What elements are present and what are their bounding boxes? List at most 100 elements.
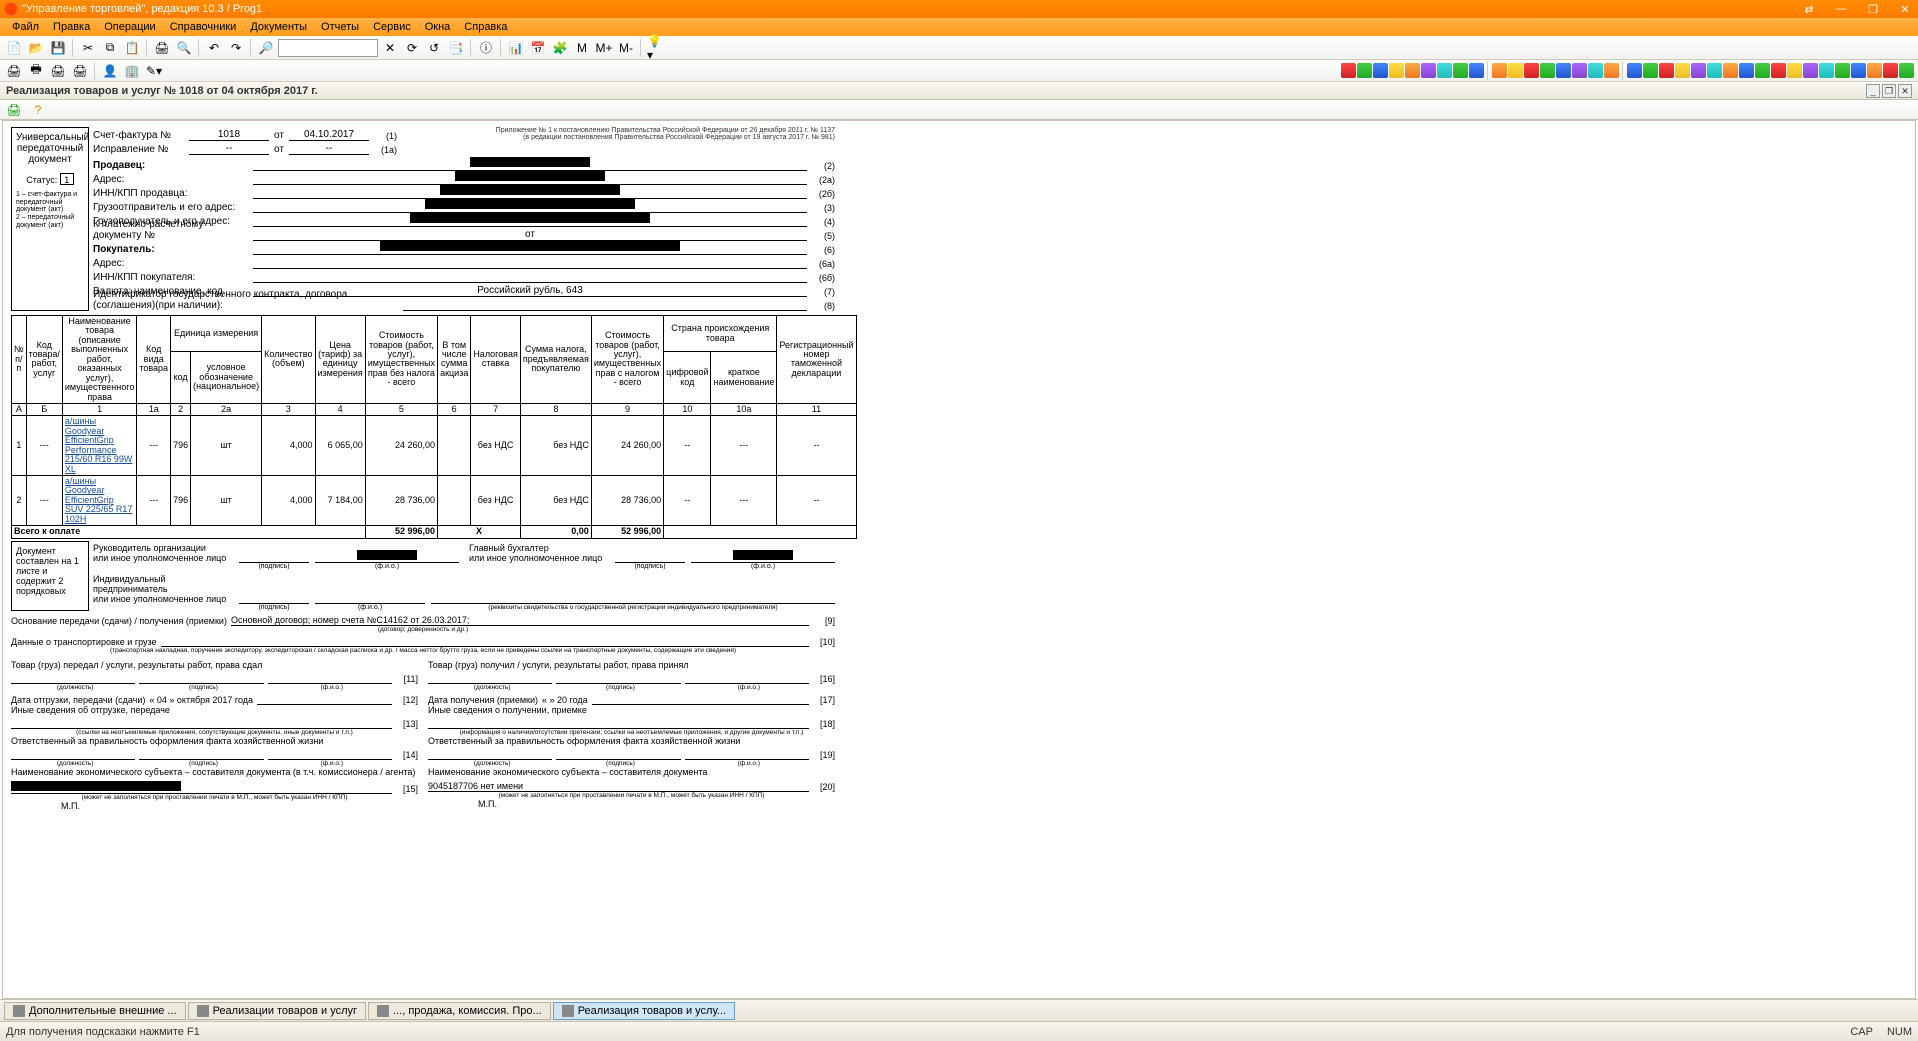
style-icon[interactable]: 💡▾ [646, 38, 666, 58]
ext-icon-32[interactable] [1851, 63, 1866, 78]
ext-icon-10[interactable] [1492, 63, 1507, 78]
search-input[interactable] [278, 39, 378, 57]
col-num: 1а [137, 403, 171, 415]
ext-icon-8[interactable] [1453, 63, 1468, 78]
product-link[interactable]: а/шины Goodyear EfficientGrip Performanc… [65, 416, 133, 473]
print-icon[interactable]: 🖨 [152, 38, 172, 58]
ext-icon-25[interactable] [1739, 63, 1754, 78]
doc-print-icon[interactable]: 🖨 [4, 100, 24, 120]
help-icon[interactable]: ⓘ [476, 38, 496, 58]
doc-restore-icon[interactable]: ❐ [1882, 84, 1896, 98]
ext-icon-26[interactable] [1755, 63, 1770, 78]
document-scroll-area[interactable]: Универсальный передаточный документ Стат… [2, 120, 1916, 999]
ext-icon-34[interactable] [1883, 63, 1898, 78]
ext-icon-6[interactable] [1421, 63, 1436, 78]
window-tab[interactable]: Дополнительные внешние ... [4, 1002, 186, 1020]
open-icon[interactable]: 📂 [26, 38, 46, 58]
calc-icon[interactable]: 📊 [506, 38, 526, 58]
ext-icon-21[interactable] [1675, 63, 1690, 78]
menu-help[interactable]: Справка [458, 21, 513, 33]
menu-file[interactable]: Файл [6, 21, 45, 33]
doc-close-icon[interactable]: ✕ [1898, 84, 1912, 98]
tab-label: Реализации товаров и услуг [213, 1005, 357, 1017]
ext-icon-4[interactable] [1389, 63, 1404, 78]
menu-edit[interactable]: Правка [47, 21, 96, 33]
save-icon[interactable]: 💾 [48, 38, 68, 58]
ext-icon-27[interactable] [1771, 63, 1786, 78]
ext-icon-7[interactable] [1437, 63, 1452, 78]
th-sum-notax: Стоимость товаров (работ, услуг), имущес… [365, 316, 437, 404]
regulation-note-1: Приложение № 1 к постановлению Правитель… [423, 127, 835, 134]
ext-icon-28[interactable] [1787, 63, 1802, 78]
org-icon[interactable]: 🏢 [122, 61, 142, 81]
ext-icon-18[interactable] [1627, 63, 1642, 78]
doc-help-icon[interactable]: ? [28, 100, 48, 120]
doc-minimize-icon[interactable]: _ [1866, 84, 1880, 98]
search-icon[interactable]: 🔎 [256, 38, 276, 58]
ext-icon-1[interactable] [1341, 63, 1356, 78]
new-doc-icon[interactable]: 📄 [4, 38, 24, 58]
m-plus-icon[interactable]: M+ [594, 38, 614, 58]
print-multi-icon[interactable]: 🖨 [70, 61, 90, 81]
print-blue-icon[interactable]: 🖶 [26, 61, 46, 81]
ext-icon-33[interactable] [1867, 63, 1882, 78]
regulation-note-2: (в редакции постановления Правительства … [423, 134, 835, 141]
ext-icon-20[interactable] [1659, 63, 1674, 78]
ext-icon-19[interactable] [1643, 63, 1658, 78]
m-minus-icon[interactable]: M- [616, 38, 636, 58]
menu-service[interactable]: Сервис [367, 21, 417, 33]
menu-catalogs[interactable]: Справочники [164, 21, 243, 33]
menu-reports[interactable]: Отчеты [315, 21, 365, 33]
ext-icon-2[interactable] [1357, 63, 1372, 78]
m-icon[interactable]: M [572, 38, 592, 58]
brush-icon[interactable]: ✎▾ [144, 61, 164, 81]
header-row-code: (2б) [807, 189, 835, 199]
menu-documents[interactable]: Документы [244, 21, 313, 33]
ext-icon-29[interactable] [1803, 63, 1818, 78]
paste-icon[interactable]: 📋 [122, 38, 142, 58]
app-icon[interactable]: 🧩 [550, 38, 570, 58]
header-row-code: (8) [807, 301, 835, 311]
ext-icon-35[interactable] [1899, 63, 1914, 78]
ext-icon-24[interactable] [1723, 63, 1738, 78]
refresh-icon[interactable]: ⟳ [402, 38, 422, 58]
window-tab[interactable]: ..., продажа, комиссия. Про... [368, 1002, 551, 1020]
ext-icon-9[interactable] [1469, 63, 1484, 78]
ext-icon-11[interactable] [1508, 63, 1523, 78]
print-direct-icon[interactable]: 🖨 [4, 61, 24, 81]
window-tab[interactable]: Реализации товаров и услуг [188, 1002, 366, 1020]
window-tab[interactable]: Реализация товаров и услу... [553, 1002, 735, 1020]
product-link[interactable]: а/шины Goodyear EfficientGrip SUV 225/65… [65, 476, 133, 524]
ext-icon-17[interactable] [1604, 63, 1619, 78]
undo-icon[interactable]: ↶ [204, 38, 224, 58]
print-settings-icon[interactable]: 🖨 [48, 61, 68, 81]
ext-icon-12[interactable] [1524, 63, 1539, 78]
window-maximize-icon[interactable]: ❐ [1864, 3, 1882, 16]
ext-icon-23[interactable] [1707, 63, 1722, 78]
search-clear-icon[interactable]: ✕ [380, 38, 400, 58]
ext-icon-30[interactable] [1819, 63, 1834, 78]
window-minimize-icon[interactable]: — [1832, 3, 1850, 16]
ext-icon-31[interactable] [1835, 63, 1850, 78]
nav-back-icon[interactable]: ↺ [424, 38, 444, 58]
header-row-code: (7) [807, 287, 835, 297]
window-close-icon[interactable]: ✕ [1896, 3, 1914, 16]
ext-icon-22[interactable] [1691, 63, 1706, 78]
ext-icon-5[interactable] [1405, 63, 1420, 78]
ext-icon-16[interactable] [1588, 63, 1603, 78]
ext-icon-3[interactable] [1373, 63, 1388, 78]
nav-forward-icon[interactable]: 📑 [446, 38, 466, 58]
user-icon[interactable]: 👤 [100, 61, 120, 81]
calendar-icon[interactable]: 📅 [528, 38, 548, 58]
redo-icon[interactable]: ↷ [226, 38, 246, 58]
ext-icon-15[interactable] [1572, 63, 1587, 78]
print-preview-icon[interactable]: 🔍 [174, 38, 194, 58]
ext-icon-14[interactable] [1556, 63, 1571, 78]
copy-icon[interactable]: ⧉ [100, 38, 120, 58]
ext-icon-13[interactable] [1540, 63, 1555, 78]
header-row-code: (5) [807, 231, 835, 241]
cut-icon[interactable]: ✂ [78, 38, 98, 58]
menu-operations[interactable]: Операции [98, 21, 161, 33]
menu-windows[interactable]: Окна [419, 21, 457, 33]
window-sync-icon[interactable]: ⇄ [1800, 3, 1818, 16]
